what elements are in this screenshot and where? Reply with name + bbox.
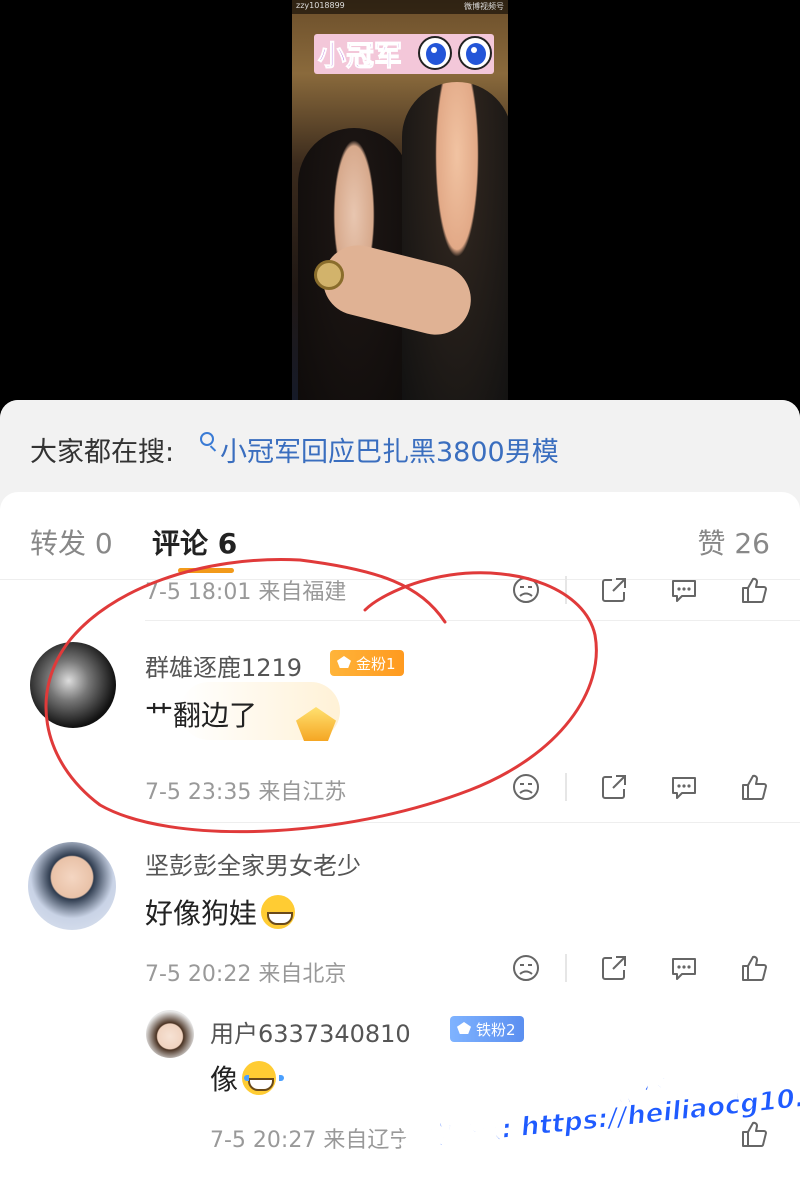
reply-meta: 7-5 20:27 来自辽宁 (210, 1128, 412, 1153)
reply-username[interactable]: 用户6337340810 (210, 1014, 411, 1049)
trending-search-label: 大家都在搜: (30, 437, 175, 468)
reply-icon[interactable] (668, 952, 700, 984)
trending-search-link[interactable]: 小冠军回应巴扎黑3800男模 (220, 430, 559, 469)
video-topbar: zzy1018899 微博视频号 (292, 0, 508, 14)
reply-text: 像 (210, 1063, 239, 1096)
tab-comment[interactable]: 评论 6 (152, 522, 237, 562)
comment-actions (510, 952, 770, 984)
fan-level-badge: 铁粉2 (450, 1016, 524, 1042)
share-icon[interactable] (598, 574, 630, 606)
action-divider (565, 576, 567, 604)
like-icon[interactable] (738, 1118, 770, 1150)
avatar[interactable] (146, 1010, 194, 1058)
comment-text: 艹翻边了 (145, 699, 258, 732)
dislike-icon[interactable] (510, 771, 542, 803)
search-icon (200, 432, 214, 446)
grin-emoji-icon (261, 895, 296, 929)
dislike-icon[interactable] (510, 952, 542, 984)
action-divider (565, 954, 567, 982)
reply-icon[interactable] (668, 771, 700, 803)
anime-eye-icon (458, 36, 492, 70)
share-icon[interactable] (598, 771, 630, 803)
tab-active-indicator (178, 568, 234, 573)
reply-icon[interactable] (668, 574, 700, 606)
comment-separator (145, 822, 800, 823)
comment-username[interactable]: 坚彭彭全家男女老少 (145, 846, 361, 881)
comment-actions (510, 574, 770, 606)
laugh-cry-emoji-icon (242, 1061, 285, 1095)
trending-search-bar: 大家都在搜: 小冠军回应巴扎黑3800男模 (0, 400, 800, 492)
anime-eye-icon (418, 36, 452, 70)
avatar[interactable] (30, 642, 116, 728)
comment-separator (145, 620, 800, 621)
reply-text-row: 像 (210, 1058, 285, 1098)
action-divider (565, 773, 567, 801)
like-icon[interactable] (738, 771, 770, 803)
watch-icon (314, 260, 344, 290)
like-icon[interactable] (738, 574, 770, 606)
tab-like[interactable]: 赞 26 (697, 522, 770, 562)
share-icon[interactable] (598, 952, 630, 984)
comment-text-row: 好像狗娃 (145, 892, 296, 932)
video-overlay-title: 小冠军 (317, 39, 403, 73)
comment-username[interactable]: 群雄逐鹿1219 (145, 648, 302, 683)
dislike-icon[interactable] (510, 574, 542, 606)
avatar[interactable] (28, 842, 116, 930)
tab-repost[interactable]: 转发 0 (30, 522, 113, 562)
video-player[interactable]: zzy1018899 微博视频号 小冠军 (0, 0, 800, 410)
video-account-id: zzy1018899 (296, 1, 345, 10)
comment-meta: 7-5 20:22 来自北京 (145, 962, 347, 987)
video-frame[interactable]: zzy1018899 微博视频号 小冠军 (292, 0, 508, 410)
like-icon[interactable] (738, 952, 770, 984)
video-source-label: 微博视频号 (464, 2, 504, 11)
comment-meta: 7-5 18:01 来自福建 (145, 580, 347, 605)
comment-text: 好像狗娃 (145, 897, 258, 930)
comment-meta: 7-5 23:35 来自江苏 (145, 780, 347, 805)
video-person-right (402, 82, 508, 410)
comment-actions (510, 771, 770, 803)
tab-bar: 转发 0 评论 6 赞 26 (0, 492, 800, 580)
fan-level-badge: 金粉1 (330, 650, 404, 676)
